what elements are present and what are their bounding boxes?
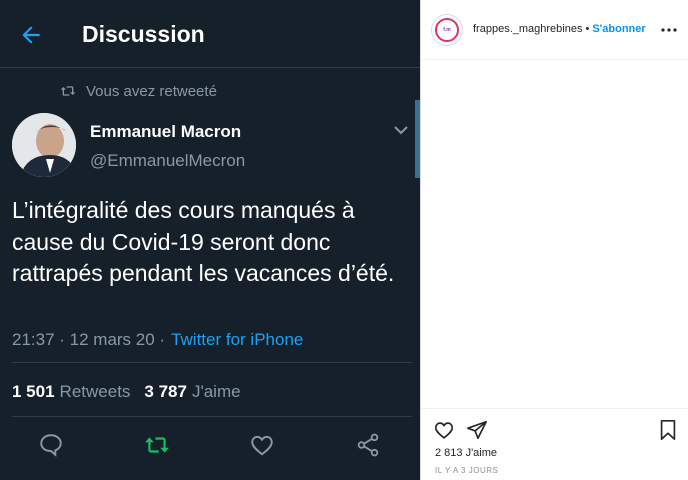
tweet-source-link[interactable]: Twitter for iPhone bbox=[171, 330, 303, 350]
retweets-label[interactable]: Retweets bbox=[60, 382, 131, 402]
tweet-time: 21:37 · 12 mars 20 · bbox=[12, 330, 166, 349]
send-icon[interactable] bbox=[466, 419, 488, 441]
retweet-icon bbox=[60, 86, 76, 96]
divider bbox=[12, 362, 412, 363]
likes-label[interactable]: J'aime bbox=[192, 382, 241, 402]
post-image bbox=[421, 60, 688, 408]
retweets-count[interactable]: 1 501 bbox=[12, 382, 55, 402]
post-footer: 2 813 J'aime IL Y A 3 JOURS bbox=[421, 408, 688, 480]
post-user-line: frappes._maghrebines • S'abonner bbox=[473, 23, 646, 35]
divider bbox=[12, 416, 412, 417]
tweet-actions bbox=[0, 428, 420, 464]
author-handle[interactable]: @EmmanuelMecron bbox=[90, 151, 245, 171]
avatar[interactable] bbox=[12, 113, 76, 177]
retweet-notice-text: Vous avez retweeté bbox=[86, 82, 217, 100]
retweet-notice: Vous avez retweeté bbox=[60, 80, 217, 102]
tweet-header: Discussion bbox=[0, 0, 420, 68]
tweet-text: L’intégralité des cours manqués à cause … bbox=[12, 197, 395, 286]
likes-count[interactable]: 2 813 J'aime bbox=[435, 447, 497, 459]
more-options-icon[interactable] bbox=[661, 27, 677, 33]
likes-count[interactable]: 3 787 bbox=[144, 382, 187, 402]
account-avatar[interactable]: f.m bbox=[431, 14, 463, 46]
page-title: Discussion bbox=[82, 21, 205, 47]
tweet-screenshot: Discussion Vous avez retweeté Emmanuel M… bbox=[0, 0, 420, 480]
like-icon[interactable] bbox=[249, 432, 275, 458]
account-username[interactable]: frappes._maghrebines bbox=[473, 23, 582, 35]
separator-dot: • bbox=[585, 23, 590, 35]
chevron-down-icon[interactable] bbox=[393, 124, 409, 136]
avatar-photo bbox=[12, 113, 76, 177]
follow-button[interactable]: S'abonner bbox=[592, 23, 645, 35]
author-name[interactable]: Emmanuel Macron bbox=[90, 122, 241, 142]
post-header: f.m frappes._maghrebines • S'abonner bbox=[421, 0, 688, 60]
post-timestamp: IL Y A 3 JOURS bbox=[435, 466, 499, 475]
bookmark-icon[interactable] bbox=[658, 419, 678, 441]
share-icon[interactable] bbox=[355, 432, 381, 458]
tweet-meta: 21:37 · 12 mars 20 · Twitter for iPhone bbox=[12, 330, 303, 350]
heart-icon[interactable] bbox=[433, 419, 455, 441]
back-arrow-icon[interactable] bbox=[18, 22, 44, 48]
retweet-icon[interactable] bbox=[144, 432, 170, 458]
brand-logo: f.m bbox=[435, 18, 459, 42]
instagram-post: f.m frappes._maghrebines • S'abonner 2 813… bbox=[420, 0, 688, 480]
tweet-stats: 1 501 Retweets 3 787 J'aime bbox=[12, 382, 255, 402]
reply-icon[interactable] bbox=[38, 432, 64, 458]
